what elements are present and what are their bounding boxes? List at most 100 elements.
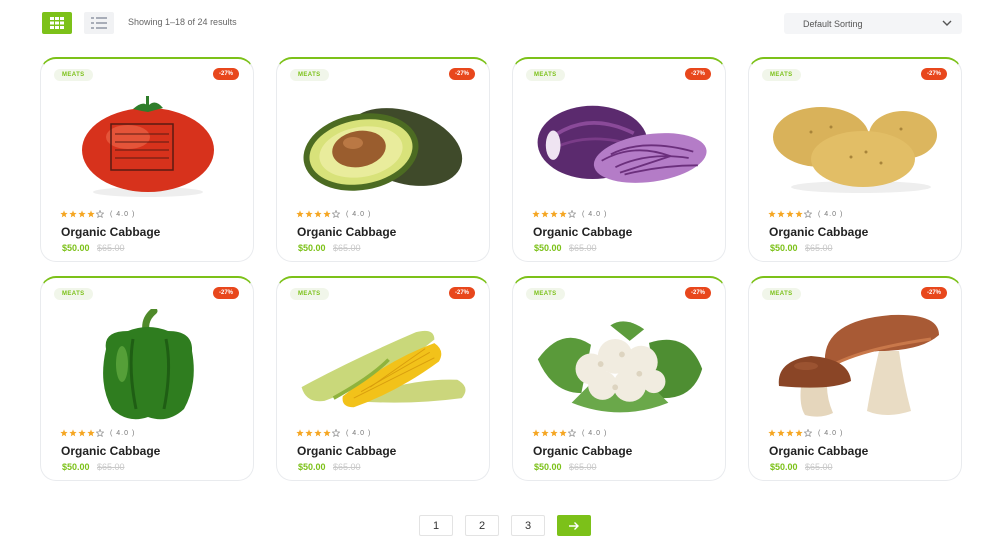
discount-badge: -27% (448, 287, 475, 299)
star-filled-icon (60, 429, 68, 437)
page-1-button[interactable]: 1 (419, 515, 453, 536)
list-view-button[interactable] (84, 12, 114, 34)
rating: ( 4.0 ) (60, 210, 135, 218)
rating-value: ( 4.0 ) (582, 429, 608, 437)
category-tag[interactable]: MEATS (290, 69, 329, 81)
product-title[interactable]: Organic Cabbage (297, 444, 396, 458)
product-old-price: $65.00 (569, 243, 597, 253)
discount-badge: -27% (684, 287, 711, 299)
star-filled-icon (541, 210, 549, 218)
discount-badge: -27% (920, 287, 947, 299)
star-rating (532, 429, 576, 437)
star-filled-icon (69, 210, 77, 218)
star-empty-icon (96, 210, 104, 218)
product-title[interactable]: Organic Cabbage (533, 444, 632, 458)
star-empty-icon (804, 210, 812, 218)
rating: ( 4.0 ) (768, 210, 843, 218)
grid-view-button[interactable] (42, 12, 72, 34)
pagination: 1 2 3 (419, 515, 591, 536)
rating-value: ( 4.0 ) (582, 210, 608, 218)
category-tag[interactable]: MEATS (290, 288, 329, 300)
star-empty-icon (568, 210, 576, 218)
product-card[interactable]: MEATS -27% ( 4.0 ) Organic Cabbage $50.0… (40, 57, 254, 262)
shop-toolbar: Showing 1–18 of 24 results Default Sorti… (42, 12, 962, 34)
star-filled-icon (323, 429, 331, 437)
star-filled-icon (777, 210, 785, 218)
category-tag[interactable]: MEATS (526, 288, 565, 300)
star-filled-icon (87, 210, 95, 218)
product-image-green-pepper[interactable] (61, 306, 235, 426)
product-image-corn[interactable] (297, 306, 471, 426)
star-empty-icon (804, 429, 812, 437)
sort-label: Default Sorting (803, 19, 863, 29)
product-card[interactable]: MEATS -27% (4.0) Organic Cabbage $50.0… (512, 57, 726, 262)
star-filled-icon (532, 210, 540, 218)
product-image-tomato[interactable] (61, 87, 235, 207)
product-card[interactable]: MEATS -27% ( 4.0 ) Organic Cabbage $50.0… (748, 276, 962, 481)
page-2-button[interactable]: 2 (465, 515, 499, 536)
product-old-price: $65.00 (333, 462, 361, 472)
sort-dropdown[interactable]: Default Sorting (784, 13, 962, 34)
results-count: Showing 1–18 of 24 results (128, 17, 237, 27)
product-image-avocado[interactable] (297, 87, 471, 207)
discount-badge: -27% (212, 287, 239, 299)
product-price: $50.00 (534, 243, 562, 253)
rating: ( 4.0 ) (768, 429, 843, 437)
category-tag[interactable]: MEATS (762, 69, 801, 81)
star-filled-icon (305, 210, 313, 218)
product-old-price: $65.00 (569, 462, 597, 472)
product-old-price: $65.00 (333, 243, 361, 253)
product-image-red-cabbage[interactable] (533, 87, 707, 207)
grid-icon (50, 17, 64, 29)
rating-value: ( 4.0 ) (110, 210, 136, 218)
product-title[interactable]: Organic Cabbage (61, 444, 160, 458)
product-card[interactable]: MEATS -27% ( 4.0 ) Organic Cabbage $50.0… (276, 57, 490, 262)
star-filled-icon (768, 429, 776, 437)
product-price: $50.00 (298, 243, 326, 253)
star-filled-icon (296, 429, 304, 437)
rating-value: ( 4.0 ) (818, 429, 844, 437)
arrow-right-icon (569, 521, 579, 530)
discount-badge: -27% (920, 68, 947, 80)
product-price: $50.00 (298, 462, 326, 472)
product-image-mushrooms[interactable] (769, 306, 943, 426)
product-card[interactable]: MEATS -27% ( 4.0 ) Organic Cabbage $50.0… (748, 57, 962, 262)
product-card[interactable]: MEATS -27% ( 4.0) Organic Cabbage $50.0… (512, 276, 726, 481)
chevron-down-icon (942, 20, 952, 26)
star-rating (296, 210, 340, 218)
star-filled-icon (559, 210, 567, 218)
star-empty-icon (568, 429, 576, 437)
product-title[interactable]: Organic Cabbage (769, 444, 868, 458)
product-image-potatoes[interactable] (769, 87, 943, 207)
star-filled-icon (314, 210, 322, 218)
product-price: $50.00 (62, 243, 90, 253)
star-filled-icon (87, 429, 95, 437)
star-empty-icon (96, 429, 104, 437)
rating: ( 4.0 ) (532, 210, 607, 218)
next-page-button[interactable] (557, 515, 591, 536)
category-tag[interactable]: MEATS (762, 288, 801, 300)
star-filled-icon (541, 429, 549, 437)
category-tag[interactable]: MEATS (526, 69, 565, 81)
list-icon (91, 17, 107, 29)
product-title[interactable]: Organic Cabbage (61, 225, 160, 239)
rating-value: ( 4.0 ) (346, 210, 372, 218)
category-tag[interactable]: MEATS (54, 69, 93, 81)
product-title[interactable]: Organic Cabbage (769, 225, 868, 239)
category-tag[interactable]: MEATS (54, 288, 93, 300)
product-card[interactable]: MEATS -27% ( 4.0 ) Organic Cabbage $50.0… (40, 276, 254, 481)
product-title[interactable]: Organic Cabbage (533, 225, 632, 239)
product-image-cauliflower[interactable] (533, 306, 707, 426)
product-card[interactable]: MEATS -27% ( 4.0 ) Organic Cabbage $50.0… (276, 276, 490, 481)
star-filled-icon (314, 429, 322, 437)
product-old-price: $65.00 (805, 243, 833, 253)
product-old-price: $65.00 (97, 243, 125, 253)
rating: ( 4.0 ) (296, 210, 371, 218)
rating: ( 4.0 ) (532, 429, 607, 437)
product-price: $50.00 (770, 243, 798, 253)
product-price: $50.00 (770, 462, 798, 472)
product-title[interactable]: Organic Cabbage (297, 225, 396, 239)
star-rating (532, 210, 576, 218)
product-old-price: $65.00 (805, 462, 833, 472)
page-3-button[interactable]: 3 (511, 515, 545, 536)
